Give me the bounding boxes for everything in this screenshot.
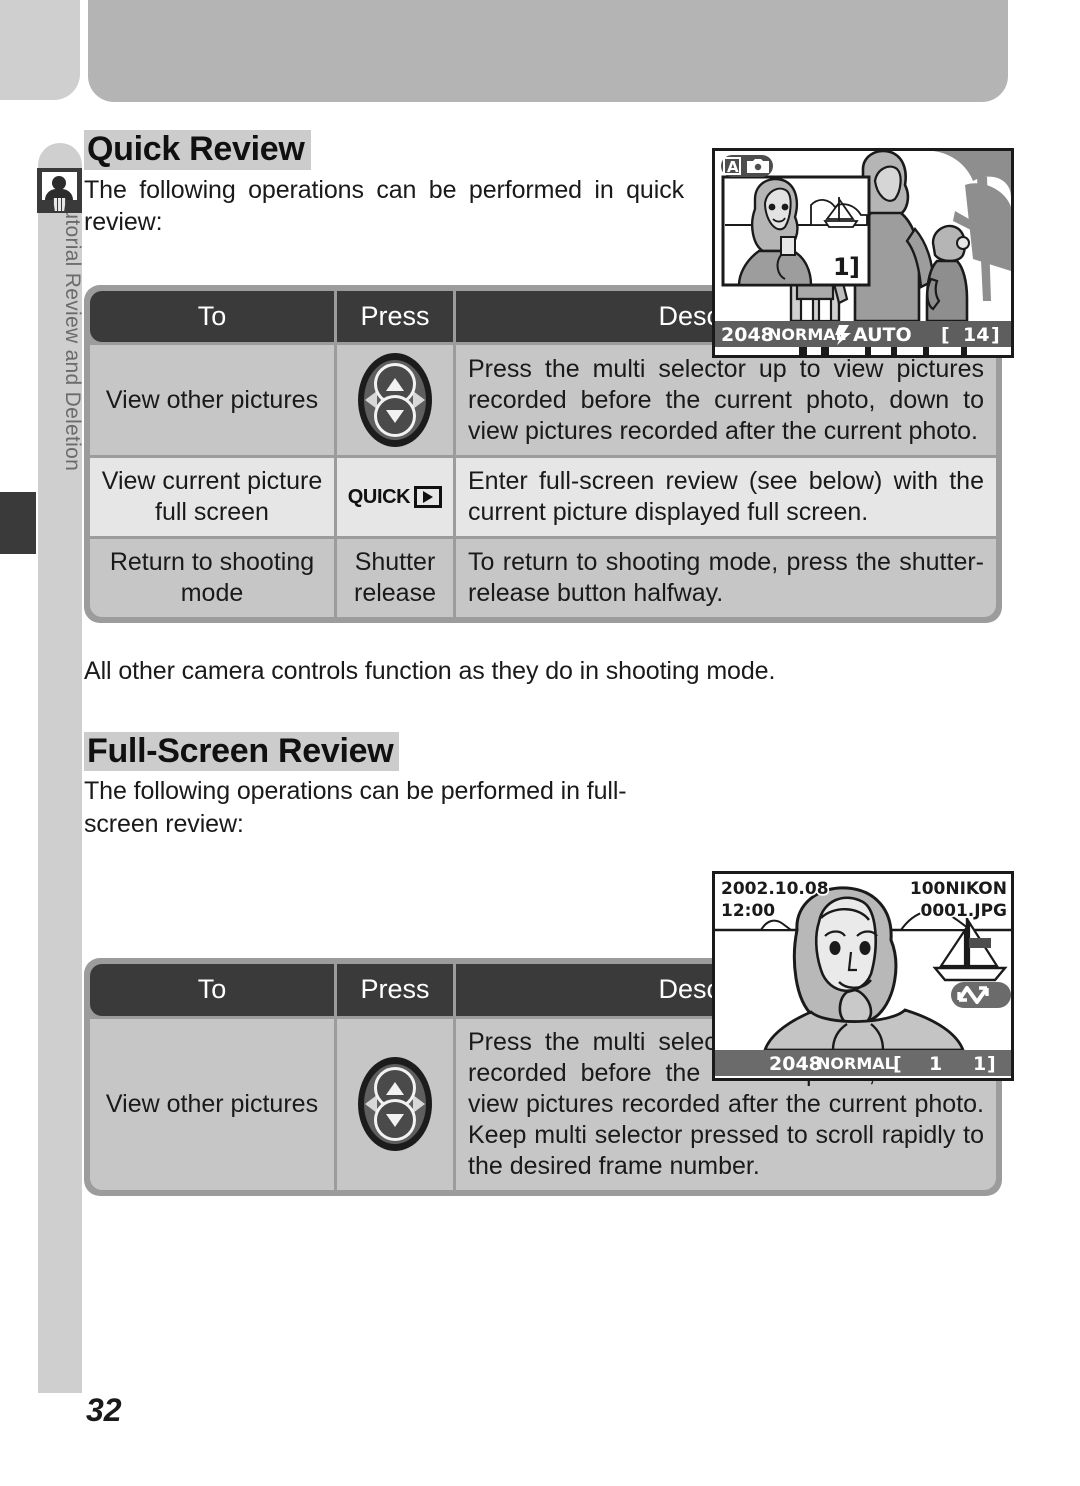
cell-description: Press the multi selector up to view pict…: [456, 345, 996, 456]
column-header-press: Press: [337, 964, 453, 1016]
lcd-date: 2002.10.08: [721, 879, 829, 899]
lcd-status-flash: AUTO: [853, 324, 912, 346]
lcd-thumb-counter: 1: [833, 253, 850, 281]
page-title: Quick Review: [84, 130, 311, 170]
multi-selector-right-arrow-icon: [413, 1095, 425, 1114]
cell-press: Shutter release: [337, 539, 453, 618]
svg-text:[: [: [941, 324, 950, 346]
lcd-status-quality: NORMAL: [768, 325, 846, 344]
lcd2-status-resolution: 2048: [769, 1053, 822, 1075]
lcd-status-resolution: 2048: [721, 324, 774, 346]
column-header-to: To: [90, 290, 334, 343]
svg-text:[: [: [893, 1053, 902, 1075]
table-row: View other pictures Press the multi sele…: [90, 345, 996, 456]
multi-selector-icon: [358, 1057, 432, 1152]
svg-text:]: ]: [987, 1053, 996, 1075]
cell-description: To return to shooting mode, press the sh…: [456, 539, 996, 618]
cell-to: View current picture full screen: [90, 458, 334, 537]
multi-selector-down-button: [374, 395, 416, 438]
header-band: [88, 0, 1008, 102]
cell-press: [337, 1018, 453, 1190]
lcd2-status-quality: NORMAL: [817, 1054, 895, 1073]
lcd2-frame-total: 1: [973, 1053, 986, 1075]
column-header-press: Press: [337, 290, 453, 343]
section-outro-text: All other camera controls function as th…: [84, 657, 776, 686]
page-number: 32: [86, 1392, 122, 1428]
multi-selector-down-button: [374, 1099, 416, 1142]
svg-text:]: ]: [991, 324, 1000, 346]
cell-to: Return to shooting mode: [90, 539, 334, 618]
svg-text:]: ]: [849, 253, 860, 281]
column-header-to: To: [90, 964, 334, 1016]
section-intro-text-2: The following operations can be performe…: [84, 777, 627, 838]
multi-selector-right-arrow-icon: [413, 391, 425, 410]
lcd-folder: 100NIKON: [910, 879, 1007, 899]
quick-playback-button-icon: QUICK: [347, 485, 443, 510]
play-icon: [414, 486, 443, 509]
lcd-time: 12:00: [721, 901, 775, 921]
lcd-mode-badge: A: [727, 158, 739, 176]
person-trash-icon: [37, 168, 82, 213]
chapter-sidebar: Tutorial Review and Deletion: [38, 143, 84, 1393]
cell-to: View other pictures: [90, 1018, 334, 1190]
cell-description: Enter full-screen review (see below) wit…: [456, 458, 996, 537]
table-row: View current picture full screen QUICK E…: [90, 458, 996, 537]
cell-press: [337, 345, 453, 456]
lcd-filename: 0001.JPG: [920, 901, 1007, 921]
lcd2-frame-current: 1: [929, 1053, 942, 1075]
chapter-sidebar-label: Tutorial Review and Deletion: [61, 195, 84, 472]
quick-label: QUICK: [347, 485, 411, 508]
cell-press: QUICK: [337, 458, 453, 537]
lcd-status-frames: 14: [963, 324, 989, 346]
cell-to: View other pictures: [90, 345, 334, 456]
section-title-full-screen: Full-Screen Review: [84, 731, 400, 772]
section-intro-text: The following operations can be performe…: [84, 175, 684, 237]
multi-selector-icon: [358, 353, 432, 448]
quick-review-lcd-illustration: 1 ] A 2048 NORMAL AUTO [ 14 ]: [712, 148, 1014, 358]
header-band-left: [0, 0, 80, 100]
full-screen-review-lcd-illustration: 2002.10.08 12:00 100NIKON 0001.JPG 2048 …: [712, 871, 1014, 1081]
chapter-edge-tab: [0, 492, 36, 554]
table-row: Return to shooting mode Shutter release …: [90, 539, 996, 618]
